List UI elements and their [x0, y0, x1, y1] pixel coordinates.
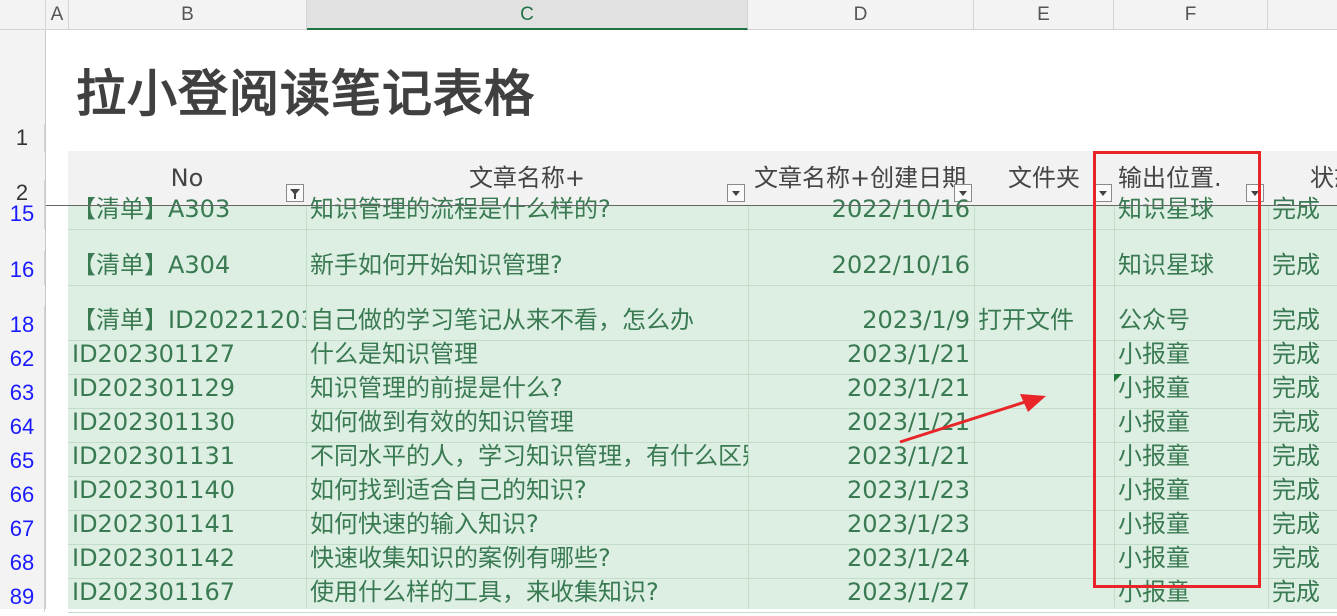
annotation-arrow: [899, 394, 1046, 444]
row-gridline: [68, 612, 1337, 613]
